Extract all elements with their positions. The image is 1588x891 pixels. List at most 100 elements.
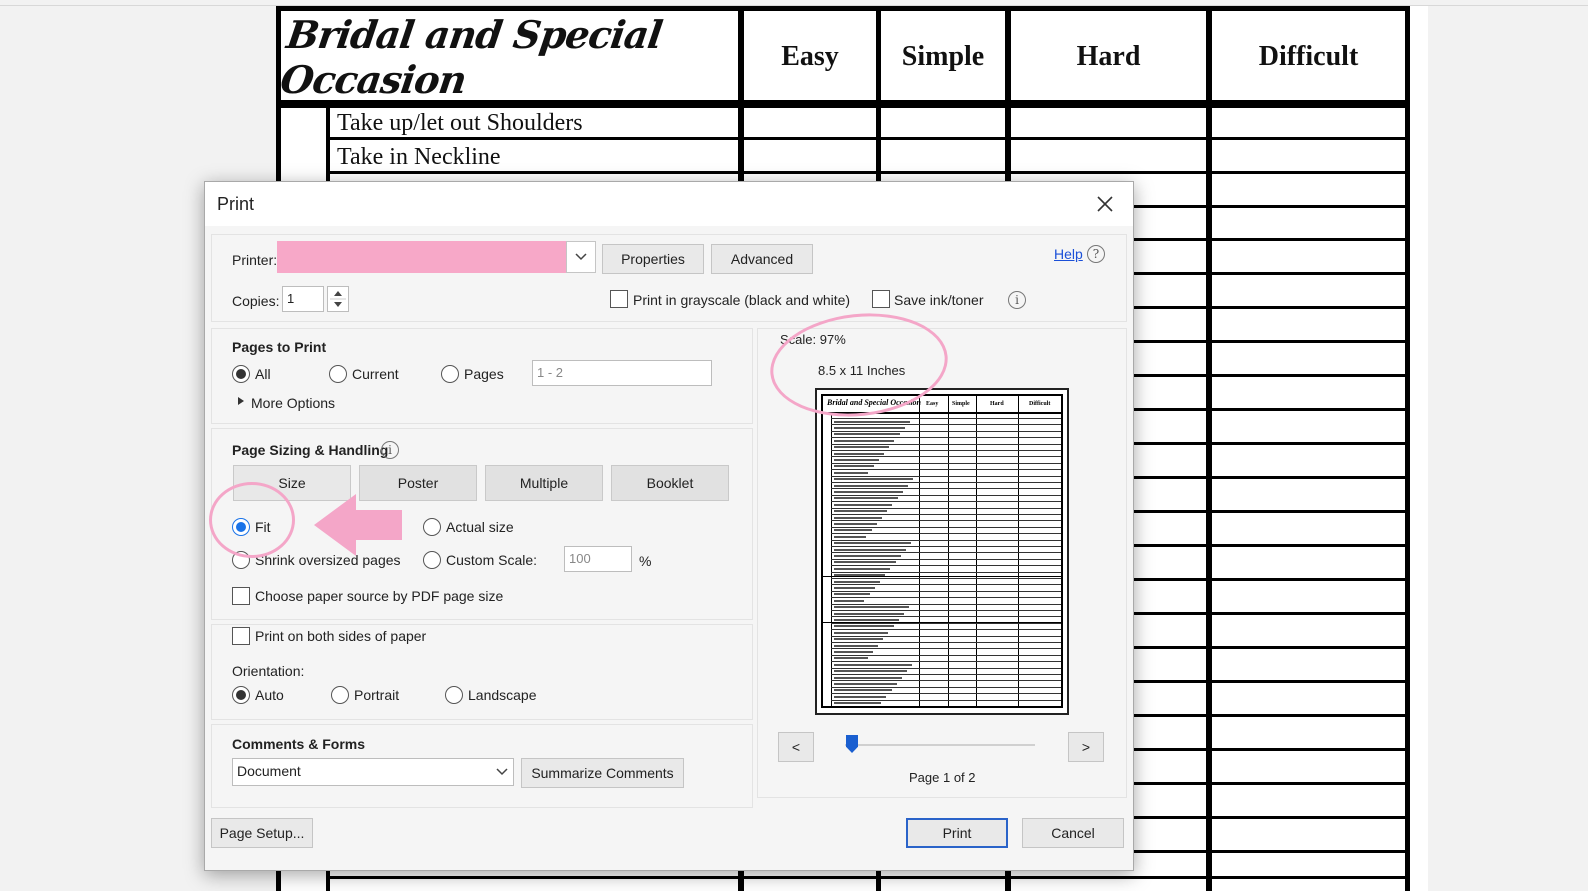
grayscale-checkbox[interactable] — [610, 290, 628, 308]
pages-range-input[interactable]: 1 - 2 — [532, 360, 712, 386]
preview-line — [1061, 394, 1063, 708]
paper-source-label: Choose paper source by PDF page size — [255, 588, 504, 604]
preview-row-line — [831, 462, 1061, 464]
help-link[interactable]: Help — [1054, 246, 1083, 262]
preview-row-text — [834, 535, 867, 538]
preview-row-text — [834, 433, 900, 436]
tab-booklet[interactable]: Booklet — [611, 465, 729, 501]
chevron-down-icon[interactable] — [495, 767, 509, 777]
table-row-line — [1134, 272, 1410, 275]
table-border-top — [276, 6, 1410, 11]
preview-row-text — [834, 663, 913, 666]
table-row-label: Take up/let out Shoulders — [337, 110, 583, 136]
preview-row-text — [834, 490, 903, 493]
preview-row-line — [831, 475, 1061, 477]
tab-multiple[interactable]: Multiple — [485, 465, 603, 501]
preview-row-text — [834, 567, 891, 570]
preview-row-line — [831, 622, 1061, 624]
info-icon[interactable]: i — [381, 441, 399, 459]
custom-scale-radio[interactable] — [423, 551, 441, 569]
summarize-comments-button[interactable]: Summarize Comments — [521, 758, 684, 788]
properties-button[interactable]: Properties — [602, 244, 704, 274]
orientation-landscape-radio[interactable] — [445, 686, 463, 704]
preview-col-header: Difficult — [1029, 401, 1051, 407]
preview-row-line — [831, 680, 1061, 682]
table-row-line — [1134, 748, 1410, 751]
preview-row-text — [834, 554, 901, 557]
preview-col-header: Hard — [990, 401, 1004, 407]
copies-stepper[interactable] — [327, 286, 349, 312]
orientation-portrait-radio[interactable] — [331, 686, 349, 704]
preview-row-text — [834, 606, 910, 609]
printer-dropdown-toggle[interactable] — [566, 241, 596, 273]
expand-triangle-icon[interactable] — [237, 396, 245, 406]
custom-scale-input[interactable]: 100 — [564, 546, 632, 572]
preview-line — [821, 394, 1063, 396]
preview-row-line — [831, 584, 1061, 586]
close-icon[interactable] — [1095, 194, 1115, 214]
table-row-line — [1134, 408, 1410, 411]
fit-radio[interactable] — [232, 518, 250, 536]
preview-row-line — [831, 450, 1061, 451]
both-sides-checkbox[interactable] — [232, 627, 250, 645]
scale-readout: Scale: 97% — [780, 332, 846, 347]
pages-all-radio[interactable] — [232, 365, 250, 383]
preview-row-line — [831, 674, 1061, 675]
fit-label: Fit — [255, 519, 271, 535]
chevron-down-icon — [575, 253, 587, 261]
print-button[interactable]: Print — [906, 818, 1008, 848]
cancel-button[interactable]: Cancel — [1022, 818, 1124, 848]
annotation-arrow-icon — [314, 494, 402, 556]
table-row-line — [1134, 340, 1410, 343]
preview-row-text — [834, 631, 889, 634]
comments-forms-select[interactable]: Document — [232, 758, 514, 786]
preview-col-header: Simple — [952, 401, 970, 407]
preview-row-line — [831, 533, 1061, 535]
orientation-auto-radio[interactable] — [232, 686, 250, 704]
table-row-line — [1134, 238, 1410, 241]
preview-row-line — [831, 482, 1061, 483]
preview-prev-button[interactable]: < — [778, 732, 814, 762]
table-row-line — [1134, 850, 1410, 853]
preview-row-text — [834, 478, 914, 481]
preview-row-text — [834, 452, 884, 455]
grayscale-label: Print in grayscale (black and white) — [633, 292, 851, 308]
preview-row-text — [834, 471, 869, 474]
table-row-line — [1134, 646, 1410, 649]
shrink-oversized-radio[interactable] — [232, 551, 250, 569]
preview-row-text — [834, 625, 894, 628]
more-options-toggle[interactable]: More Options — [251, 395, 335, 411]
preview-row-text — [834, 439, 895, 442]
preview-row-text — [834, 702, 882, 705]
pages-all-label: All — [255, 366, 271, 382]
preview-row-text — [834, 426, 905, 429]
advanced-button[interactable]: Advanced — [711, 244, 813, 274]
pages-current-radio[interactable] — [329, 365, 347, 383]
paper-source-checkbox[interactable] — [232, 587, 250, 605]
column-header-hard: Hard — [1076, 41, 1141, 72]
preview-row-line — [831, 437, 1061, 439]
printer-select[interactable] — [277, 241, 566, 273]
copies-input[interactable]: 1 — [282, 286, 324, 312]
preview-row-line — [831, 501, 1061, 503]
save-ink-checkbox[interactable] — [872, 290, 890, 308]
custom-scale-label: Custom Scale: — [446, 552, 538, 568]
preview-slider-track[interactable] — [845, 744, 1035, 746]
preview-row-line — [831, 565, 1061, 567]
preview-row-text — [834, 503, 893, 506]
page-setup-button[interactable]: Page Setup... — [211, 818, 313, 848]
preview-row-line — [831, 693, 1061, 695]
preview-row-line — [831, 507, 1061, 509]
info-icon[interactable]: i — [1008, 291, 1026, 309]
preview-row-text — [834, 650, 873, 653]
preview-row-line — [831, 635, 1061, 637]
preview-row-line — [831, 661, 1061, 663]
preview-line — [821, 394, 823, 708]
actual-size-radio[interactable] — [423, 518, 441, 536]
preview-row-text — [834, 586, 875, 589]
table-row-line — [1134, 612, 1410, 615]
help-circle-icon[interactable]: ? — [1087, 245, 1105, 263]
preview-row-line — [831, 418, 1061, 419]
preview-next-button[interactable]: > — [1068, 732, 1104, 762]
pages-range-radio[interactable] — [441, 365, 459, 383]
